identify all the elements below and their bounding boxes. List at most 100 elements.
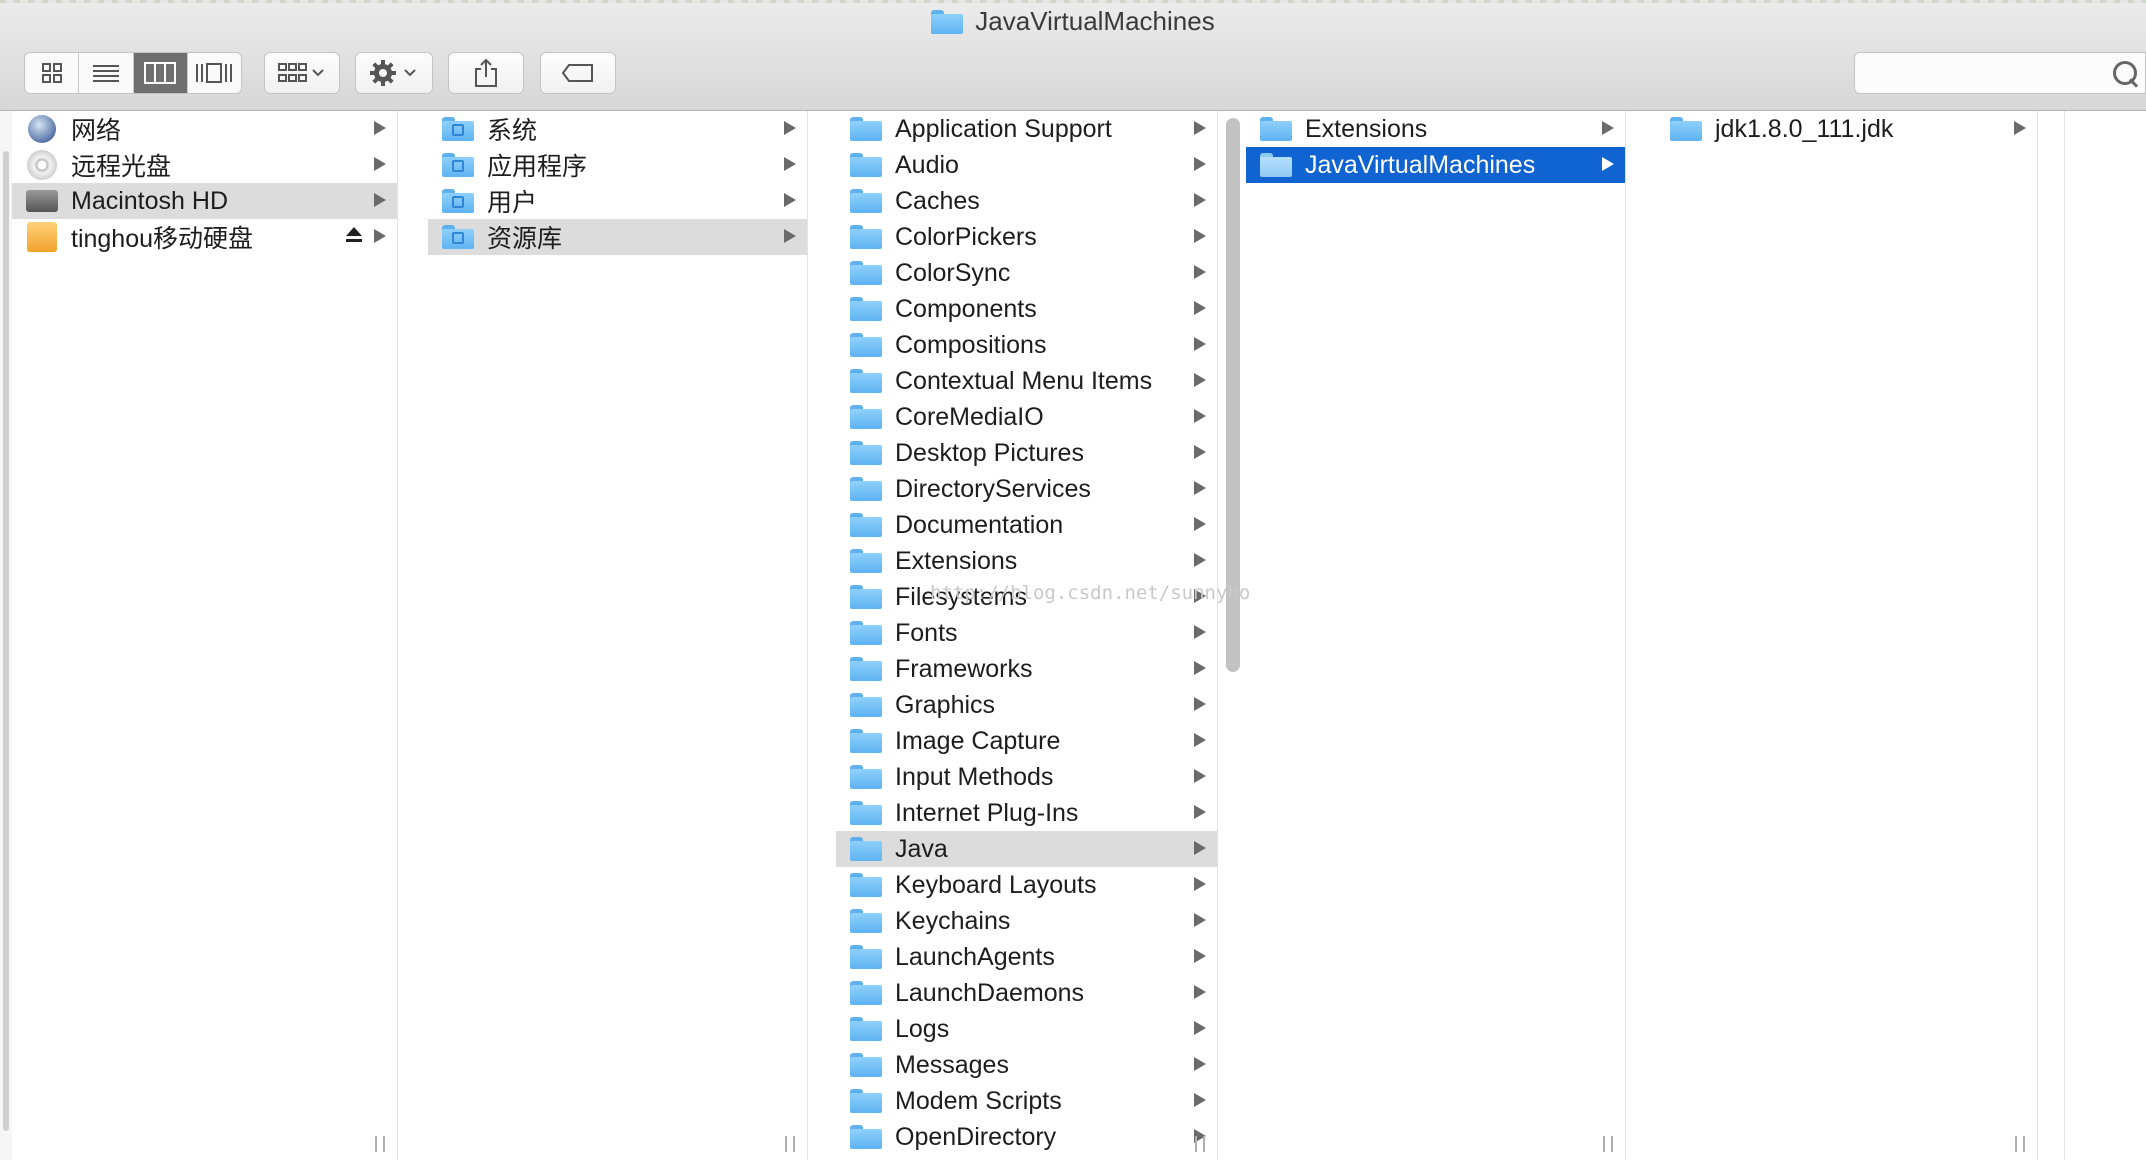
column-resize-handle[interactable] [375,1136,385,1152]
chevron-right-icon [1194,553,1206,567]
list-item-caches[interactable]: Caches [836,183,1217,219]
search-field[interactable] [1854,52,2146,94]
list-item-audio[interactable]: Audio [836,147,1217,183]
list-item-application-support[interactable]: Application Support [836,111,1217,147]
chevron-right-icon [374,193,386,207]
chevron-right-icon [784,121,796,135]
list-item-desktop-pictures[interactable]: Desktop Pictures [836,435,1217,471]
list-item-directoryservices[interactable]: DirectoryServices [836,471,1217,507]
item-label: DirectoryServices [895,474,1091,503]
action-button[interactable] [355,52,433,94]
list-item-coremediaio[interactable]: CoreMediaIO [836,399,1217,435]
chevron-right-icon [1194,301,1206,315]
list-item-java[interactable]: Java [836,831,1217,867]
item-label: Java [895,834,948,863]
list-item-documentation[interactable]: Documentation [836,507,1217,543]
column-macintosh-hd[interactable]: 系统 应用程序 用户 资源库 [428,111,808,1160]
left-edge-bar [3,151,9,1131]
list-item-applications[interactable]: 应用程序 [428,147,807,183]
list-item-launchdaemons[interactable]: LaunchDaemons [836,975,1217,1011]
list-item-macintosh-hd[interactable]: Macintosh HD [12,183,397,219]
list-item-extensions[interactable]: Extensions [836,543,1217,579]
list-item-messages[interactable]: Messages [836,1047,1217,1083]
list-item-contextual-menu-items[interactable]: Contextual Menu Items [836,363,1217,399]
list-item-logs[interactable]: Logs [836,1011,1217,1047]
list-item-compositions[interactable]: Compositions [836,327,1217,363]
list-item-keychains[interactable]: Keychains [836,903,1217,939]
chevron-right-icon [1194,481,1206,495]
item-label: LaunchAgents [895,942,1055,971]
applications-folder-icon [442,153,474,177]
item-label: Caches [895,186,980,215]
column-resize-handle[interactable] [1195,1136,1205,1152]
icon-view-button[interactable] [25,53,80,93]
tag-icon [561,64,593,82]
list-item-javavirtualmachines[interactable]: JavaVirtualMachines [1246,147,1625,183]
column-resize-handle[interactable] [1603,1136,1613,1152]
list-item-image-capture[interactable]: Image Capture [836,723,1217,759]
left-window-edge [0,111,12,1160]
folder-icon [850,729,882,753]
chevron-right-icon [1194,841,1206,855]
column-devices[interactable]: 网络 远程光盘 Macintosh HD tinghou移动硬盘 [12,111,398,1160]
list-item-remote-disc[interactable]: 远程光盘 [12,147,397,183]
list-item-modem-scripts[interactable]: Modem Scripts [836,1083,1217,1119]
list-item-keyboard-layouts[interactable]: Keyboard Layouts [836,867,1217,903]
list-item-colorpickers[interactable]: ColorPickers [836,219,1217,255]
chevron-right-icon [1194,877,1206,891]
list-item-users[interactable]: 用户 [428,183,807,219]
column-library[interactable]: Application Support Audio Caches ColorPicke… [836,111,1218,1160]
folder-icon [850,621,882,645]
list-item-internet-plug-ins[interactable]: Internet Plug-Ins [836,795,1217,831]
list-item-jdk[interactable]: jdk1.8.0_111.jdk [1656,111,2037,147]
column-view-button[interactable] [133,53,188,93]
share-button[interactable] [448,52,524,94]
tag-button[interactable] [540,52,616,94]
item-label: 网络 [71,117,122,145]
folder-icon [850,873,882,897]
list-item-graphics[interactable]: Graphics [836,687,1217,723]
list-item-colorsync[interactable]: ColorSync [836,255,1217,291]
folder-icon [850,153,882,177]
list-item-library[interactable]: 资源库 [428,219,807,255]
search-icon [2113,61,2137,85]
item-label: Frameworks [895,654,1033,683]
item-label: Compositions [895,330,1047,359]
cover-flow-view-button[interactable] [188,53,241,93]
item-label: Macintosh HD [71,186,228,215]
folder-icon [850,1053,882,1077]
view-switcher[interactable] [24,52,242,94]
list-item-opendirectory[interactable]: OpenDirectory [836,1119,1217,1155]
chevron-right-icon [1194,373,1206,387]
column-resize-handle[interactable] [2015,1136,2025,1152]
item-label: Keychains [895,906,1011,935]
list-item-extensions[interactable]: Extensions [1246,111,1625,147]
item-label: CoreMediaIO [895,402,1044,431]
list-view-button[interactable] [79,53,134,93]
column-java[interactable]: Extensions JavaVirtualMachines [1246,111,1626,1160]
list-item-frameworks[interactable]: Frameworks [836,651,1217,687]
eject-icon[interactable] [346,227,362,243]
chevron-right-icon [1194,337,1206,351]
column-javavirtualmachines[interactable]: jdk1.8.0_111.jdk [1656,111,2038,1160]
list-item-external-drive[interactable]: tinghou移动硬盘 [12,219,397,255]
list-item-fonts[interactable]: Fonts [836,615,1217,651]
chevron-right-icon [1194,445,1206,459]
item-label: Internet Plug-Ins [895,798,1079,827]
list-item-launchagents[interactable]: LaunchAgents [836,939,1217,975]
item-label: Extensions [1305,114,1428,143]
column-resize-handle[interactable] [785,1136,795,1152]
list-item-system[interactable]: 系统 [428,111,807,147]
item-label: 系统 [487,117,538,145]
folder-icon [850,945,882,969]
list-item-components[interactable]: Components [836,291,1217,327]
folder-icon [850,189,882,213]
folder-icon [1260,117,1292,141]
list-item-input-methods[interactable]: Input Methods [836,759,1217,795]
folder-icon [850,837,882,861]
arrange-button[interactable] [264,52,340,94]
item-label: tinghou移动硬盘 [71,225,254,253]
list-item-network[interactable]: 网络 [12,111,397,147]
chevron-right-icon [784,229,796,243]
item-label: Desktop Pictures [895,438,1084,467]
